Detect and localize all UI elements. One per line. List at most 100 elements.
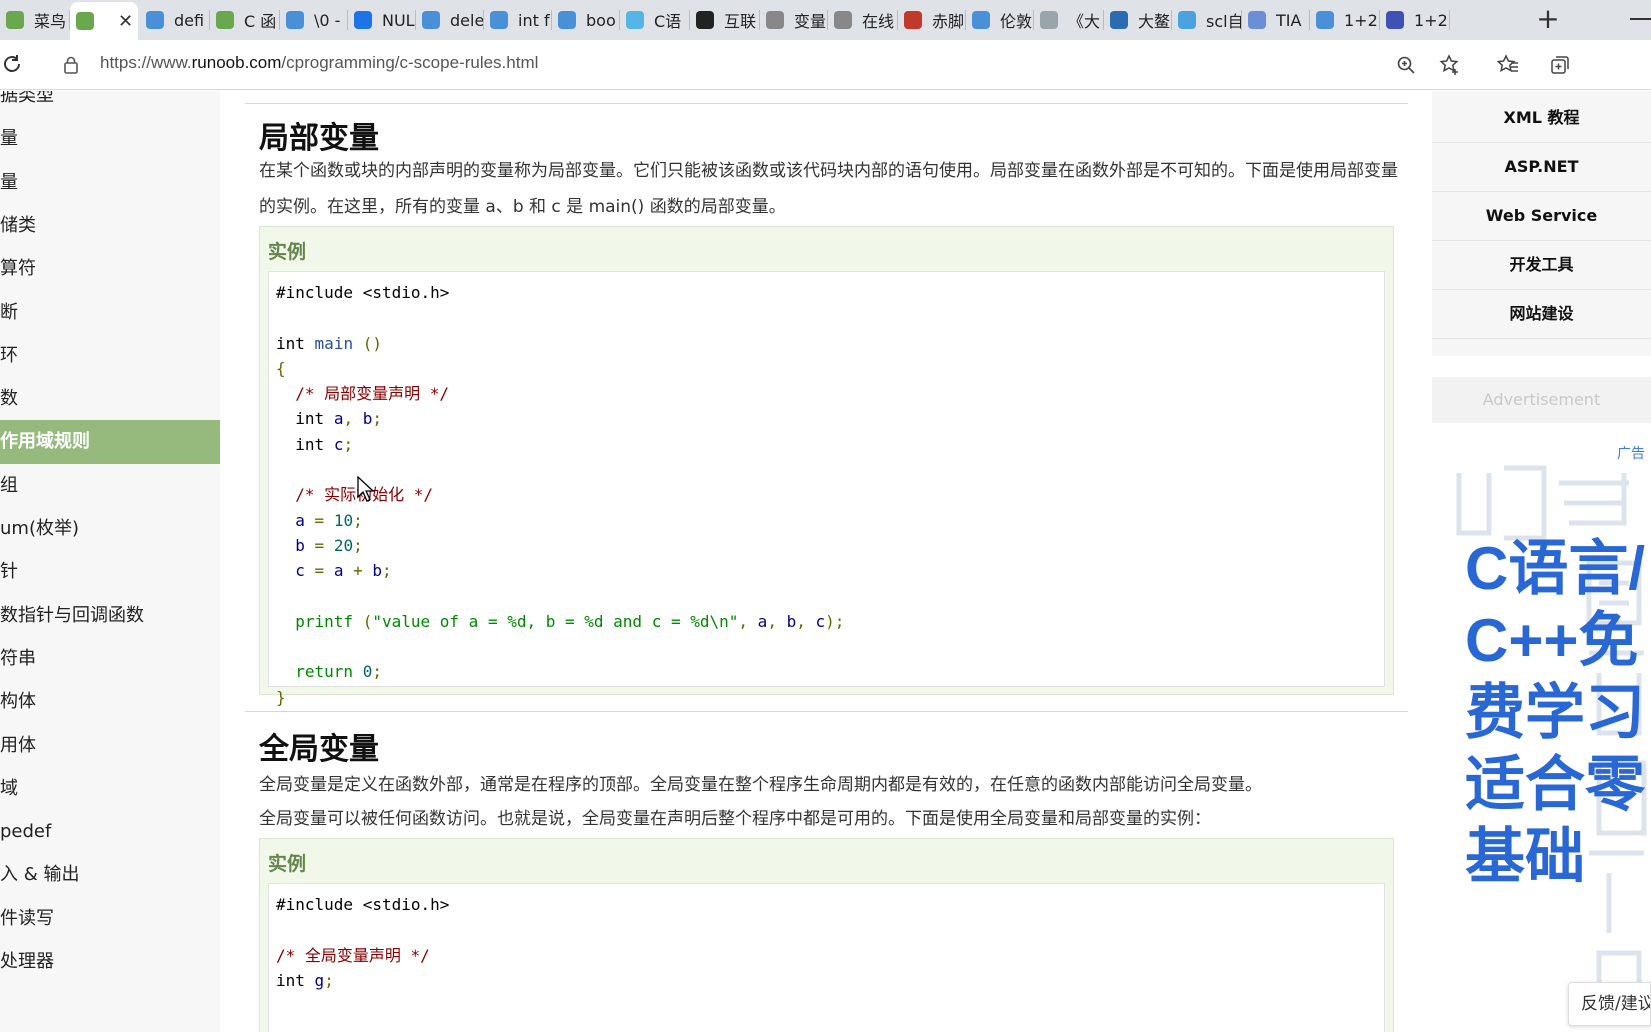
browser-tab-label: boo bbox=[586, 10, 616, 30]
lock-icon[interactable] bbox=[64, 56, 78, 74]
sidebar-item[interactable]: 算符 bbox=[0, 247, 220, 291]
favorites-icon[interactable] bbox=[1496, 53, 1520, 77]
add-favorite-icon[interactable] bbox=[1438, 53, 1462, 77]
sidebar-item[interactable]: um(枚举) bbox=[0, 507, 220, 551]
sidebar-item[interactable]: 处理器 bbox=[0, 940, 220, 984]
sidebar-item[interactable]: 断 bbox=[0, 291, 220, 335]
advertisement-banner[interactable]: 广告 C语言/C++免费学习适合零基础 bbox=[1449, 441, 1651, 1032]
right-nav-item[interactable]: 网站建设 bbox=[1432, 289, 1651, 339]
sidebar-item[interactable]: 域 bbox=[0, 767, 220, 811]
close-tab-icon[interactable]: ✕ bbox=[118, 11, 133, 32]
code-line: a = 10; bbox=[295, 510, 363, 530]
zoom-icon[interactable] bbox=[1394, 53, 1418, 77]
browser-tab[interactable]: scl自 bbox=[1172, 4, 1242, 36]
browser-tab-strip: 菜鸟 ✕ defi C 函 \0 - NUL dele int f boo C语 互联 变量 在线 赤脚 伦… bbox=[0, 0, 1651, 40]
c-icon bbox=[834, 11, 852, 29]
sidebar-item[interactable]: 作用域规则 bbox=[0, 420, 220, 465]
code-line: printf ("value of a = %d, b = %d and c =… bbox=[295, 611, 845, 631]
sidebar-item[interactable]: 数 bbox=[0, 377, 220, 421]
sidebar-item[interactable]: 量 bbox=[0, 161, 220, 205]
browser-tab[interactable]: C 函 bbox=[210, 4, 280, 36]
global-variables-paragraph-2: 全局变量可以被任何函数访问。也就是说，全局变量在声明后整个程序中都是可用的。下面… bbox=[259, 809, 1211, 829]
browser-tab-label: 互联 bbox=[724, 12, 757, 31]
sidebar-item[interactable]: 储类 bbox=[0, 204, 220, 248]
code-block[interactable]: #include <stdio.h> /* 全局变量声明 */ int g; bbox=[268, 883, 1385, 1032]
browser-tab-label: scl自 bbox=[1206, 12, 1242, 31]
code-line: return 0; bbox=[295, 662, 382, 682]
sidebar-item[interactable]: 环 bbox=[0, 334, 220, 378]
sidebar-item[interactable]: 符串 bbox=[0, 637, 220, 681]
right-nav-item-label: XML 教程 bbox=[1503, 108, 1580, 127]
right-nav-item[interactable]: Web Service bbox=[1432, 191, 1651, 241]
new-tab-button[interactable]: + bbox=[1533, 5, 1563, 35]
browser-tab-label: defi bbox=[174, 10, 205, 30]
sidebar-item[interactable]: 据类型 bbox=[0, 91, 220, 118]
local-variables-heading: 局部变量 bbox=[259, 121, 379, 156]
browser-tab[interactable]: \0 - bbox=[280, 4, 348, 36]
right-nav-item[interactable]: ASP.NET bbox=[1432, 142, 1651, 192]
browser-tab[interactable]: 在线 bbox=[828, 4, 898, 36]
browser-tab[interactable]: 赤脚 bbox=[898, 4, 966, 36]
browser-tab[interactable]: 菜鸟 bbox=[0, 4, 70, 36]
tutorial-sidebar: 据类型量量储类 算符断环数作用域规则组 um(枚举) 针数指针与回调函数 符串 构体 用体域… bbox=[0, 91, 220, 1032]
section-divider bbox=[245, 103, 1408, 104]
c-icon bbox=[696, 11, 714, 29]
sidebar-item[interactable]: 组 bbox=[0, 464, 220, 508]
sidebar-item[interactable]: 数指针与回调函数 bbox=[0, 594, 220, 638]
sidebar-item[interactable]: 量 bbox=[0, 117, 220, 161]
sidebar-item[interactable]: pedef bbox=[0, 810, 220, 854]
mouse-cursor-icon bbox=[357, 476, 375, 502]
right-nav-item-label: Web Service bbox=[1485, 206, 1598, 225]
url-domain: runoob.com bbox=[191, 53, 282, 72]
sidebar-item[interactable]: 入 & 输出 bbox=[0, 853, 220, 897]
minimize-window-button[interactable] bbox=[1630, 18, 1651, 20]
bing-icon bbox=[146, 11, 164, 29]
browser-tab[interactable]: int f bbox=[484, 4, 552, 36]
browser-tab[interactable]: boo bbox=[552, 4, 620, 36]
bing-icon bbox=[1316, 11, 1334, 29]
browser-tab[interactable]: NUL bbox=[348, 4, 416, 36]
code-block[interactable]: #include <stdio.h> int main () { /* 局部变量声… bbox=[268, 271, 1385, 707]
browser-tab-label: \0 - bbox=[314, 10, 341, 30]
right-nav-item-label: ASP.NET bbox=[1504, 157, 1579, 176]
browser-tab-label: dele bbox=[450, 10, 484, 30]
browser-tab[interactable]: dele bbox=[416, 4, 484, 36]
code-line: #include <stdio.h> bbox=[276, 895, 450, 914]
browser-tab[interactable]: C语 bbox=[620, 4, 690, 36]
sidebar-item[interactable]: 用体 bbox=[0, 724, 220, 768]
browser-tab-label: C 函 bbox=[244, 12, 277, 31]
global-variables-paragraph: 全局变量是定义在函数外部，通常是在程序的顶部。全局变量在整个程序生命周期内都是有… bbox=[259, 775, 1262, 795]
browser-tab[interactable]: defi bbox=[140, 4, 210, 36]
right-nav-item[interactable]: XML 教程 bbox=[1432, 93, 1651, 143]
bing-icon bbox=[422, 11, 440, 29]
browser-tab[interactable]: 变量 bbox=[760, 4, 828, 36]
reload-icon[interactable] bbox=[0, 52, 24, 82]
runoob-icon bbox=[6, 11, 24, 29]
browser-tab-label: NUL bbox=[382, 10, 415, 30]
browser-tab-label: 变量 bbox=[794, 12, 827, 31]
browser-tab[interactable]: 互联 bbox=[690, 4, 760, 36]
shield-icon bbox=[1178, 11, 1196, 29]
sidebar-item[interactable]: 构体 bbox=[0, 680, 220, 724]
url-path: /cprogramming/c-scope-rules.html bbox=[281, 53, 539, 72]
collections-icon[interactable] bbox=[1548, 53, 1572, 77]
code-line: int g; bbox=[276, 970, 334, 990]
circle-icon bbox=[1040, 11, 1058, 29]
article-content: 局部变量 在某个函数或块的内部声明的变量称为局部变量。它们只能被该函数或该代码块… bbox=[245, 91, 1408, 1032]
browser-tab[interactable]: 大鳌 bbox=[1104, 4, 1172, 36]
sidebar-item[interactable]: 针 bbox=[0, 550, 220, 594]
feedback-button[interactable]: 反馈/建议 bbox=[1568, 982, 1651, 1026]
ad-headline: C语言/C++免费学习适合零基础 bbox=[1465, 535, 1645, 890]
sidebar-item[interactable]: 件读写 bbox=[0, 897, 220, 941]
url-field[interactable]: https://www.runoob.com/cprogramming/c-sc… bbox=[100, 53, 538, 73]
code-line: c = a + b; bbox=[295, 561, 392, 581]
browser-tab[interactable]: 伦敦 bbox=[966, 4, 1034, 36]
right-nav-item[interactable]: 开发工具 bbox=[1432, 240, 1651, 290]
browser-tab[interactable]: 《大 bbox=[1034, 4, 1104, 36]
browser-tab[interactable]: 1+2 bbox=[1380, 4, 1450, 36]
browser-tab[interactable]: ✕ bbox=[70, 2, 138, 40]
browser-tab[interactable]: 1+2 bbox=[1310, 4, 1380, 36]
browser-tab-label: 在线 bbox=[862, 12, 895, 31]
browser-tab[interactable]: TIA bbox=[1242, 4, 1310, 36]
